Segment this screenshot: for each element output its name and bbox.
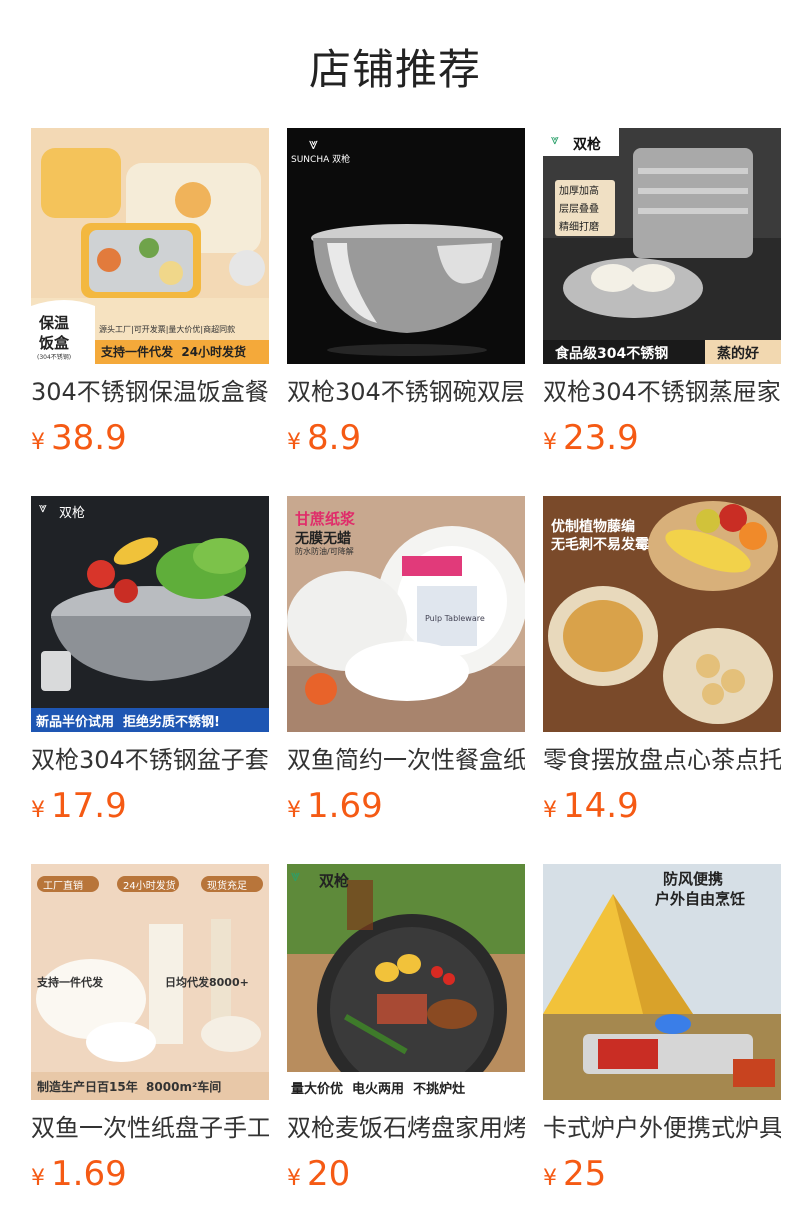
overlay-text: 防水防油/可降解 bbox=[295, 547, 354, 556]
product-name[interactable]: 双鱼简约一次性餐盒纸 bbox=[287, 744, 525, 776]
currency-symbol: ¥ bbox=[287, 798, 301, 823]
product-card[interactable]: 防风便携 户外自由烹饪 卡式炉户外便携式炉具 ¥25 bbox=[543, 864, 781, 1194]
feature-tag: 加厚加高 bbox=[559, 186, 599, 197]
price-value: 1.69 bbox=[51, 1154, 127, 1194]
product-name[interactable]: 零食摆放盘点心茶点托 bbox=[543, 744, 781, 776]
overlay-text: 户外自由烹饪 bbox=[655, 890, 746, 908]
product-price: ¥20 bbox=[287, 1154, 350, 1194]
tag: 工厂直销 bbox=[43, 881, 83, 892]
overlay-text: Pulp Tableware bbox=[425, 614, 485, 623]
product-image[interactable]: ⩔ 双枪 量大价优 电火两用 不挑炉灶 bbox=[287, 864, 525, 1100]
product-card[interactable]: ⩔ SUNCHA 双枪 双枪304不锈钢碗双层 ¥8.9 bbox=[287, 128, 525, 458]
overlay-text: 饭盒 bbox=[39, 334, 70, 352]
product-name[interactable]: 双鱼一次性纸盘子手工 bbox=[31, 1112, 269, 1144]
product-name[interactable]: 304不锈钢保温饭盒餐 bbox=[31, 376, 269, 408]
product-card[interactable]: 保温 饭盒 (304不锈钢) 源头工厂|可开发票|量大价优|商超同款 支持一件代… bbox=[31, 128, 269, 458]
product-price: ¥8.9 bbox=[287, 418, 361, 458]
product-name[interactable]: 双枪304不锈钢蒸屉家 bbox=[543, 376, 781, 408]
product-image[interactable]: 防风便携 户外自由烹饪 bbox=[543, 864, 781, 1100]
brand-text: SUNCHA 双枪 bbox=[291, 155, 351, 165]
overlay-text: 支持一件代发 24小时发货 bbox=[101, 345, 247, 359]
price-value: 8.9 bbox=[307, 418, 362, 458]
price-value: 38.9 bbox=[51, 418, 127, 458]
overlay-text: 甘蔗纸浆 bbox=[295, 510, 356, 528]
price-value: 25 bbox=[563, 1154, 607, 1194]
brand-text: 双枪 bbox=[319, 872, 350, 890]
price-value: 20 bbox=[307, 1154, 351, 1194]
overlay-text: 无毛刺不易发霉 bbox=[551, 537, 649, 553]
product-image[interactable]: ⩔ 双枪 新品半价试用 拒绝劣质不锈钢! bbox=[31, 496, 269, 732]
feature-tag: 精细打磨 bbox=[559, 222, 599, 233]
product-card[interactable]: 优制植物藤编 无毛刺不易发霉 零食摆放盘点心茶点托 ¥14.9 bbox=[543, 496, 781, 826]
product-price: ¥1.69 bbox=[287, 786, 383, 826]
logo: ⩔ bbox=[291, 866, 301, 885]
product-image[interactable]: 工厂直销 24小时发货 现货充足 支持一件代发 日均代发8000+ 制造生产日百… bbox=[31, 864, 269, 1100]
overlay-text: 食品级304不锈钢 bbox=[555, 346, 669, 362]
tag: 现货充足 bbox=[207, 881, 247, 892]
product-name[interactable]: 卡式炉户外便携式炉具 bbox=[543, 1112, 781, 1144]
overlay-text: 量大价优 电火两用 不挑炉灶 bbox=[291, 1082, 466, 1097]
price-value: 17.9 bbox=[51, 786, 127, 826]
product-card[interactable]: ⩔ 双枪 新品半价试用 拒绝劣质不锈钢! 双枪304不锈钢盆子套 ¥17.9 bbox=[31, 496, 269, 826]
overlay-text: 保温 bbox=[39, 314, 70, 332]
currency-symbol: ¥ bbox=[287, 430, 301, 455]
product-price: ¥1.69 bbox=[31, 1154, 127, 1194]
brand-text: 双枪 bbox=[573, 137, 601, 153]
product-price: ¥14.9 bbox=[543, 786, 639, 826]
overlay-text: 防风便携 bbox=[663, 870, 724, 888]
overlay-text: 源头工厂|可开发票|量大价优|商超同款 bbox=[99, 325, 236, 334]
logo: ⩔ bbox=[39, 500, 47, 516]
currency-symbol: ¥ bbox=[543, 430, 557, 455]
currency-symbol: ¥ bbox=[543, 798, 557, 823]
product-card[interactable]: ⩔ 双枪 加厚加高 层层叠叠 精细打磨 食品级304不锈钢 蒸的好 双枪304不… bbox=[543, 128, 781, 458]
product-name[interactable]: 双枪304不锈钢盆子套 bbox=[31, 744, 269, 776]
currency-symbol: ¥ bbox=[31, 430, 45, 455]
currency-symbol: ¥ bbox=[287, 1166, 301, 1191]
product-card[interactable]: 工厂直销 24小时发货 现货充足 支持一件代发 日均代发8000+ 制造生产日百… bbox=[31, 864, 269, 1194]
feature-tag: 层层叠叠 bbox=[559, 204, 599, 215]
overlay-text: 新品半价试用 拒绝劣质不锈钢! bbox=[36, 715, 220, 730]
product-image[interactable]: ⩔ 双枪 加厚加高 层层叠叠 精细打磨 食品级304不锈钢 蒸的好 bbox=[543, 128, 781, 364]
price-value: 23.9 bbox=[563, 418, 639, 458]
overlay-text: 优制植物藤编 bbox=[551, 519, 635, 535]
product-image[interactable]: ⩔ SUNCHA 双枪 bbox=[287, 128, 525, 364]
brand-text: 双枪 bbox=[59, 506, 86, 521]
currency-symbol: ¥ bbox=[31, 1166, 45, 1191]
currency-symbol: ¥ bbox=[543, 1166, 557, 1191]
overlay-text: 无膜无蜡 bbox=[295, 531, 351, 547]
product-card[interactable]: ⩔ 双枪 量大价优 电火两用 不挑炉灶 双枪麦饭石烤盘家用烤 ¥20 bbox=[287, 864, 525, 1194]
overlay-text: 制造生产日百15年 8000m²车间 bbox=[37, 1080, 222, 1094]
overlay-text: 蒸的好 bbox=[717, 346, 759, 362]
product-name[interactable]: 双枪麦饭石烤盘家用烤 bbox=[287, 1112, 525, 1144]
product-price: ¥25 bbox=[543, 1154, 606, 1194]
overlay-text: (304不锈钢) bbox=[37, 354, 72, 361]
product-price: ¥17.9 bbox=[31, 786, 127, 826]
product-card[interactable]: 甘蔗纸浆 无膜无蜡 防水防油/可降解 Pulp Tableware 双鱼简约一次… bbox=[287, 496, 525, 826]
product-image[interactable]: 优制植物藤编 无毛刺不易发霉 bbox=[543, 496, 781, 732]
price-value: 14.9 bbox=[563, 786, 639, 826]
tag: 24小时发货 bbox=[123, 881, 176, 892]
overlay-text: 日均代发8000+ bbox=[165, 976, 249, 989]
product-price: ¥23.9 bbox=[543, 418, 639, 458]
product-image[interactable]: 保温 饭盒 (304不锈钢) 源头工厂|可开发票|量大价优|商超同款 支持一件代… bbox=[31, 128, 269, 364]
logo: ⩔ bbox=[551, 132, 559, 148]
page-title: 店铺推荐 bbox=[308, 45, 481, 94]
logo: ⩔ bbox=[309, 134, 319, 153]
overlay-text: 支持一件代发 bbox=[37, 976, 103, 989]
product-image[interactable]: 甘蔗纸浆 无膜无蜡 防水防油/可降解 Pulp Tableware bbox=[287, 496, 525, 732]
product-price: ¥38.9 bbox=[31, 418, 127, 458]
price-value: 1.69 bbox=[307, 786, 383, 826]
product-name[interactable]: 双枪304不锈钢碗双层 bbox=[287, 376, 525, 408]
currency-symbol: ¥ bbox=[31, 798, 45, 823]
